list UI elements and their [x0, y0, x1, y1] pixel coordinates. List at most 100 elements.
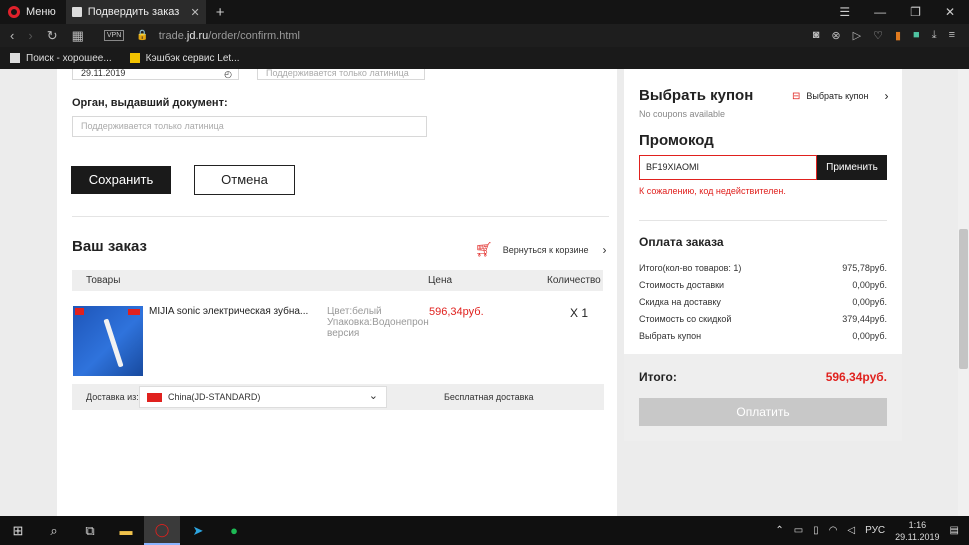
chevron-up-icon[interactable]: ⌃ — [775, 525, 783, 536]
telegram-icon[interactable]: ➤ — [180, 516, 216, 545]
chevron-right-icon: › — [884, 89, 889, 103]
bookmark-icon — [10, 53, 20, 63]
page-favicon-icon — [71, 7, 82, 17]
product-attributes: Цвет:белый Упаковка:Водонепрон версия — [327, 306, 429, 339]
shipping-bar: Доставка из: China(JD-STANDARD) ⌄ Беспла… — [72, 384, 604, 410]
product-price: 596,34руб. — [429, 306, 484, 318]
vpn-badge[interactable]: VPN — [103, 30, 125, 41]
issuer-input[interactable]: Поддерживается только латиница — [72, 116, 427, 137]
close-tab-icon[interactable]: ✕ — [191, 6, 200, 19]
cart-icon: 🛒︎ — [475, 241, 493, 257]
bookmark-search[interactable]: Поиск - хорошее... — [0, 53, 112, 64]
system-tray: ⌃ ▭ ▯ ◠ ◁ РУС 1:16 29.11.2019 ▤ — [775, 519, 969, 543]
coupon-title: Выбрать купон — [639, 87, 754, 104]
bookmarks-bar: Поиск - хорошее... Кэшбэк сервис Let... — [0, 47, 969, 69]
snapshot-icon[interactable]: ◙ — [813, 29, 820, 42]
total-section: Итого: 596,34руб. Оплатить — [624, 354, 902, 441]
issuer-label: Орган, выдавший документ: — [72, 97, 228, 109]
easy-setup-icon[interactable]: ≡ — [949, 29, 955, 42]
apply-promo-button[interactable]: Применить — [817, 155, 887, 180]
language-indicator[interactable]: РУС — [865, 525, 885, 536]
battery-icon[interactable]: ▯ — [813, 525, 819, 536]
notifications-icon[interactable]: ▤ — [950, 525, 959, 536]
block-icon[interactable]: ⊗ — [831, 29, 840, 42]
order-main-card: 29.11.2019 ◴ Поддерживается только латин… — [57, 69, 617, 516]
payment-row: Стоимость со скидкой 379,44руб. — [639, 314, 887, 324]
wifi-icon[interactable]: ◠ — [829, 525, 838, 536]
total-value: 596,34руб. — [825, 370, 887, 384]
heart-icon[interactable]: ♡ — [873, 29, 883, 42]
tab-menu-icon[interactable]: ☰ — [839, 5, 850, 19]
restore-icon[interactable]: ❐ — [910, 5, 921, 19]
select-coupon-link[interactable]: ⊟ Выбрать купон › — [792, 89, 889, 103]
browser-tab-bar: Меню Подвердить заказ ✕ + ☰ — ❐ ✕ — [0, 0, 969, 24]
payment-row: Выбрать купон 0,00руб. — [639, 331, 887, 341]
ship-from-label: Доставка из: — [86, 392, 139, 402]
nav-buttons: ‹ › ↻ ▦ — [0, 28, 84, 44]
search-icon[interactable]: ⌕ — [36, 516, 72, 545]
spotify-icon[interactable]: ● — [216, 516, 252, 545]
task-view-icon[interactable]: ⧉ — [72, 516, 108, 545]
windows-taskbar: ⊞ ⌕ ⧉ ▬ ◯ ➤ ● ⌃ ▭ ▯ ◠ ◁ РУС 1:16 29.11.2… — [0, 516, 969, 545]
latin-field-top[interactable]: Поддерживается только латиница — [257, 69, 425, 80]
menu-label: Меню — [26, 6, 56, 18]
bookmark-icon — [129, 53, 140, 63]
coupon-icon: ⊟ — [792, 90, 801, 102]
date-field[interactable]: 29.11.2019 ◴ — [72, 69, 239, 80]
order-title: Ваш заказ — [72, 238, 147, 255]
minimize-icon[interactable]: — — [874, 5, 886, 19]
vpn-extension-icon[interactable]: ■ — [913, 29, 920, 42]
save-button[interactable]: Сохранить — [71, 166, 171, 194]
url-field[interactable]: trade.jd.ru/order/confirm.html — [159, 30, 300, 42]
back-to-cart-link[interactable]: 🛒︎ Вернуться к корзине › — [475, 241, 606, 258]
opera-logo-icon — [8, 6, 20, 18]
speed-dial-icon[interactable]: ▦ — [72, 28, 84, 44]
no-coupons-text: No coupons available — [639, 109, 726, 119]
payment-row: Стоимость доставки 0,00руб. — [639, 280, 887, 290]
chevron-down-icon: ⌄ — [368, 390, 378, 402]
new-tab-icon[interactable]: + — [206, 4, 235, 21]
promo-error: К сожалению, код недействителен. — [639, 186, 786, 196]
bookmark-cashback[interactable]: Кэшбэк сервис Let... — [112, 53, 240, 64]
share-icon[interactable]: ▷ — [853, 29, 861, 42]
close-window-icon[interactable]: ✕ — [945, 5, 955, 19]
chevron-right-icon: › — [602, 242, 607, 257]
product-name[interactable]: MIJIA sonic электрическая зубна... — [149, 306, 308, 317]
download-icon[interactable]: ⤓ — [932, 29, 937, 42]
calendar-icon[interactable]: ◴ — [224, 69, 232, 80]
col-qty: Количество — [547, 275, 601, 286]
warehouse-select[interactable]: China(JD-STANDARD) ⌄ — [139, 386, 387, 408]
promo-input[interactable]: BF19XIAOMI — [639, 155, 817, 180]
clock[interactable]: 1:16 29.11.2019 — [895, 519, 939, 543]
payment-title: Оплата заказа — [639, 235, 724, 249]
browser-menu-button[interactable]: Меню — [0, 0, 66, 24]
china-flag-icon — [147, 393, 162, 402]
pay-button[interactable]: Оплатить — [639, 398, 887, 426]
product-qty: X 1 — [570, 306, 589, 320]
col-price: Цена — [428, 275, 453, 286]
checkout-sidebar: Выбрать купон ⊟ Выбрать купон › No coupo… — [624, 69, 902, 441]
divider — [639, 220, 887, 221]
volume-icon[interactable]: ◁ — [847, 525, 855, 536]
start-icon[interactable]: ⊞ — [0, 516, 36, 545]
payment-row: Скидка на доставку 0,00руб. — [639, 297, 887, 307]
tab-active[interactable]: Подвердить заказ ✕ — [65, 0, 206, 24]
extension-icon[interactable]: ▮ — [895, 29, 901, 42]
opera-taskbar-icon[interactable]: ◯ — [144, 516, 180, 545]
scrollbar-thumb[interactable] — [959, 229, 968, 369]
file-explorer-icon[interactable]: ▬ — [108, 516, 144, 545]
promo-title: Промокод — [639, 132, 714, 149]
cancel-button[interactable]: Отмена — [194, 165, 295, 195]
address-bar-icons: ◙ ⊗ ▷ ♡ ▮ ■ ⤓ ≡ — [813, 29, 969, 42]
forward-icon[interactable]: › — [28, 28, 32, 44]
product-image[interactable] — [73, 306, 143, 376]
lock-icon[interactable]: 🔒 — [136, 30, 148, 41]
tab-title: Подвердить заказ — [87, 6, 180, 18]
page-scrollbar[interactable] — [958, 69, 969, 516]
window-controls: ☰ — ❐ ✕ — [839, 5, 969, 19]
network-icon[interactable]: ▭ — [794, 525, 803, 536]
total-label: Итого: — [639, 370, 677, 384]
col-goods: Товары — [86, 275, 121, 286]
reload-icon[interactable]: ↻ — [47, 28, 58, 44]
back-icon[interactable]: ‹ — [10, 28, 14, 44]
